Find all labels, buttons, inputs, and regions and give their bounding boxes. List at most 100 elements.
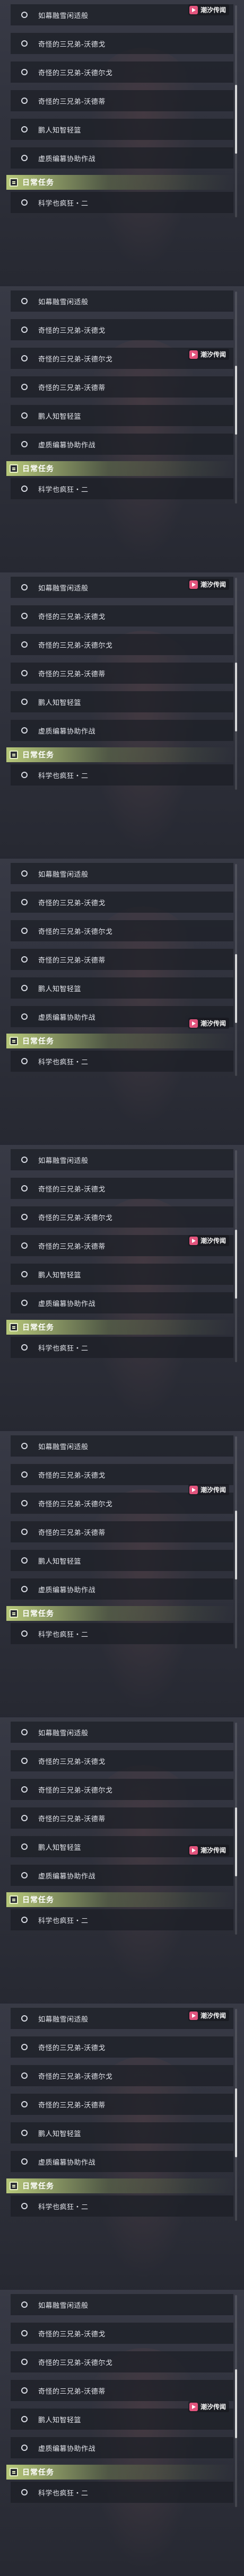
circle-checkbox-icon[interactable] — [21, 2301, 28, 2308]
quest-item[interactable]: 奇怪的三兄弟-沃德戈 — [11, 1750, 233, 1771]
scrollbar-track[interactable] — [235, 1150, 237, 1362]
quest-item[interactable]: 如幕融雪闲适般 — [11, 1722, 233, 1743]
quest-item[interactable]: 如幕融雪闲适般 — [11, 290, 233, 312]
circle-checkbox-icon[interactable] — [21, 2044, 28, 2050]
circle-checkbox-icon[interactable] — [21, 613, 28, 619]
quest-item[interactable]: 虚质编篡协助作战 — [11, 147, 233, 169]
daily-task-item[interactable]: 科学也疯狂・二 — [11, 2195, 233, 2217]
quest-item[interactable]: 奇怪的三兄弟-沃德尔戈 — [11, 634, 233, 655]
quest-item[interactable]: 奇怪的三兄弟-沃德戈 — [11, 1178, 233, 1199]
circle-checkbox-icon[interactable] — [21, 69, 28, 75]
daily-task-item[interactable]: 科学也疯狂・二 — [11, 192, 233, 213]
scrollbar-thumb[interactable] — [235, 1807, 237, 1876]
circle-checkbox-icon[interactable] — [21, 985, 28, 991]
scrollbar-thumb[interactable] — [235, 366, 237, 435]
daily-task-item[interactable]: 科学也疯狂・二 — [11, 478, 233, 499]
quest-item[interactable]: 奇怪的三兄弟-沃德戈 — [11, 605, 233, 627]
scrollbar-thumb[interactable] — [235, 954, 237, 1023]
quest-item[interactable]: 虚质编篡协助作战 — [11, 720, 233, 741]
circle-checkbox-icon[interactable] — [21, 199, 28, 206]
quest-item[interactable]: 奇怪的三兄弟-沃德蒂 — [11, 376, 233, 398]
quest-item[interactable]: 鹏人知智轻篮 — [11, 1264, 233, 1285]
circle-checkbox-icon[interactable] — [21, 2387, 28, 2394]
circle-checkbox-icon[interactable] — [21, 641, 28, 648]
circle-checkbox-icon[interactable] — [21, 870, 28, 877]
quest-item[interactable]: 虚质编篡协助作战 — [11, 434, 233, 455]
quest-item[interactable]: 奇怪的三兄弟-沃德蒂 — [11, 949, 233, 970]
circle-checkbox-icon[interactable] — [21, 1557, 28, 1564]
circle-checkbox-icon[interactable] — [21, 2101, 28, 2107]
quest-item[interactable]: 奇怪的三兄弟-沃德蒂 — [11, 2380, 233, 2401]
quest-item[interactable]: 鹏人知智轻篮 — [11, 2122, 233, 2143]
circle-checkbox-icon[interactable] — [21, 40, 28, 47]
quest-item[interactable]: 奇怪的三兄弟-沃德尔戈 — [11, 2351, 233, 2372]
quest-item[interactable]: 虚质编篡协助作战 — [11, 2151, 233, 2172]
scrollbar-track[interactable] — [235, 1723, 237, 1935]
scrollbar-track[interactable] — [235, 292, 237, 504]
circle-checkbox-icon[interactable] — [21, 2015, 28, 2022]
circle-checkbox-icon[interactable] — [21, 1529, 28, 1535]
circle-checkbox-icon[interactable] — [21, 2130, 28, 2136]
circle-checkbox-icon[interactable] — [21, 1815, 28, 1821]
circle-checkbox-icon[interactable] — [21, 1185, 28, 1192]
circle-checkbox-icon[interactable] — [21, 355, 28, 361]
circle-checkbox-icon[interactable] — [21, 1843, 28, 1850]
circle-checkbox-icon[interactable] — [21, 699, 28, 705]
circle-checkbox-icon[interactable] — [21, 1630, 28, 1637]
circle-checkbox-icon[interactable] — [21, 1443, 28, 1449]
circle-checkbox-icon[interactable] — [21, 2445, 28, 2451]
quest-item[interactable]: 虚质编篡协助作战 — [11, 2437, 233, 2458]
circle-checkbox-icon[interactable] — [21, 584, 28, 590]
quest-item[interactable]: 奇怪的三兄弟-沃德蒂 — [11, 2094, 233, 2115]
daily-task-item[interactable]: 科学也疯狂・二 — [11, 1337, 233, 1358]
circle-checkbox-icon[interactable] — [21, 899, 28, 905]
circle-checkbox-icon[interactable] — [21, 486, 28, 492]
scrollbar-thumb[interactable] — [235, 2369, 237, 2438]
circle-checkbox-icon[interactable] — [21, 1157, 28, 1163]
circle-checkbox-icon[interactable] — [21, 956, 28, 963]
quest-item[interactable]: 如幕融雪闲适般 — [11, 863, 233, 884]
circle-checkbox-icon[interactable] — [21, 126, 28, 133]
circle-checkbox-icon[interactable] — [21, 1586, 28, 1592]
quest-item[interactable]: 奇怪的三兄弟-沃德戈 — [11, 319, 233, 340]
quest-item[interactable]: 奇怪的三兄弟-沃德戈 — [11, 892, 233, 913]
circle-checkbox-icon[interactable] — [21, 155, 28, 161]
circle-checkbox-icon[interactable] — [21, 1786, 28, 1793]
daily-task-item[interactable]: 科学也疯狂・二 — [11, 764, 233, 786]
circle-checkbox-icon[interactable] — [21, 412, 28, 419]
scrollbar-thumb[interactable] — [235, 663, 237, 731]
quest-item[interactable]: 如幕融雪闲适般 — [11, 2294, 233, 2315]
quest-item[interactable]: 奇怪的三兄弟-沃德蒂 — [11, 1807, 233, 1829]
quest-item[interactable]: 虚质编篡协助作战 — [11, 1578, 233, 1600]
scrollbar-track[interactable] — [235, 2295, 237, 2507]
circle-checkbox-icon[interactable] — [21, 2158, 28, 2165]
quest-item[interactable]: 奇怪的三兄弟-沃德戈 — [11, 1464, 233, 1485]
quest-item[interactable]: 奇怪的三兄弟-沃德尔戈 — [11, 61, 233, 83]
circle-checkbox-icon[interactable] — [21, 2359, 28, 2365]
quest-item[interactable]: 鹏人知智轻篮 — [11, 119, 233, 140]
circle-checkbox-icon[interactable] — [21, 2072, 28, 2079]
circle-checkbox-icon[interactable] — [21, 384, 28, 390]
daily-task-item[interactable]: 科学也疯狂・二 — [11, 1909, 233, 1930]
circle-checkbox-icon[interactable] — [21, 298, 28, 304]
quest-item[interactable]: 鹏人知智轻篮 — [11, 405, 233, 426]
circle-checkbox-icon[interactable] — [21, 1471, 28, 1478]
circle-checkbox-icon[interactable] — [21, 1271, 28, 1277]
scrollbar-track[interactable] — [235, 578, 237, 790]
quest-item[interactable]: 奇怪的三兄弟-沃德蒂 — [11, 90, 233, 111]
circle-checkbox-icon[interactable] — [21, 98, 28, 104]
circle-checkbox-icon[interactable] — [21, 1500, 28, 1506]
quest-item[interactable]: 如幕融雪闲适般 — [11, 1149, 233, 1170]
quest-item[interactable]: 奇怪的三兄弟-沃德尔戈 — [11, 2065, 233, 2086]
quest-item[interactable]: 奇怪的三兄弟-沃德蒂 — [11, 1521, 233, 1542]
quest-item[interactable]: 鹏人知智轻篮 — [11, 691, 233, 712]
circle-checkbox-icon[interactable] — [21, 1300, 28, 1306]
scrollbar-thumb[interactable] — [235, 1230, 237, 1299]
quest-item[interactable]: 奇怪的三兄弟-沃德戈 — [11, 2036, 233, 2058]
circle-checkbox-icon[interactable] — [21, 2330, 28, 2336]
quest-item[interactable]: 奇怪的三兄弟-沃德尔戈 — [11, 1493, 233, 1514]
quest-item[interactable]: 奇怪的三兄弟-沃德尔戈 — [11, 1206, 233, 1228]
circle-checkbox-icon[interactable] — [21, 1729, 28, 1735]
quest-item[interactable]: 奇怪的三兄弟-沃德尔戈 — [11, 1779, 233, 1800]
daily-task-item[interactable]: 科学也疯狂・二 — [11, 2482, 233, 2503]
